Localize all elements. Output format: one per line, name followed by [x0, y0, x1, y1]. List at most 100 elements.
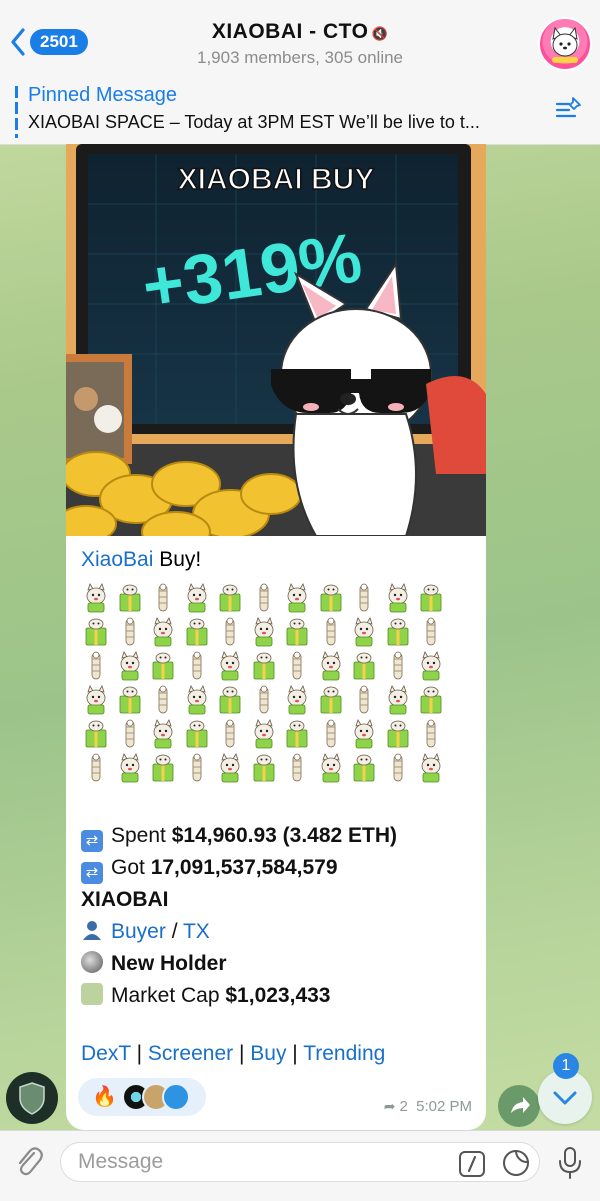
message-time: 5:02 PM [416, 1098, 472, 1115]
message-text: XiaoBai Buy! [81, 548, 476, 786]
bone-sticker-icon [326, 719, 335, 748]
buy-emoji-grid [81, 582, 476, 786]
chat-header: 2501 XIAOBAI - CTO 🔇 1,903 members, 305 o… [0, 0, 600, 79]
bone-sticker-icon [259, 685, 268, 714]
gift-sticker-icon [286, 720, 308, 748]
gift-sticker-icon [186, 720, 207, 748]
bone-sticker-icon [225, 617, 235, 646]
dog-avatar-icon [552, 26, 578, 63]
gift-sticker-icon [353, 754, 375, 782]
reaction-chip[interactable]: 🔥 [78, 1078, 206, 1116]
shield-icon [19, 1082, 45, 1115]
bone-sticker-icon [91, 651, 101, 680]
fire-reaction-icon: 🔥 [92, 1086, 117, 1108]
dog-sticker-icon [220, 753, 240, 783]
chat-title-block[interactable]: XIAOBAI - CTO 🔇 1,903 members, 305 online [150, 20, 450, 68]
gift-sticker-icon [85, 618, 107, 646]
chat-title: XIAOBAI - CTO 🔇 [211, 20, 389, 43]
screener-link[interactable]: Screener [148, 1042, 233, 1065]
banner-title: XIAOBAI BUY [178, 163, 375, 196]
gift-sticker-icon [253, 754, 274, 782]
trending-link[interactable]: Trending [303, 1042, 385, 1065]
commands-icon[interactable] [458, 1150, 486, 1178]
dog-sticker-icon [388, 583, 407, 613]
bone-sticker-icon [426, 617, 436, 646]
mcap-row: Market Cap $1,023,433 [81, 980, 397, 1012]
message-bubble[interactable]: XIAOBAI BUY +319% XiaoBai Buy! ⇄ Spent $… [66, 144, 486, 1130]
bone-sticker-icon [359, 583, 369, 612]
bone-sticker-icon [125, 617, 134, 646]
spent-row: ⇄ Spent $14,960.93 (3.482 ETH) [81, 820, 397, 852]
reactor-avatar [162, 1083, 190, 1111]
buy-link[interactable]: Buy [250, 1042, 286, 1065]
dog-sticker-icon [220, 651, 240, 681]
bone-sticker-icon [292, 651, 302, 680]
shield-avatar-button[interactable] [6, 1072, 58, 1124]
dog-sticker-icon [421, 651, 441, 681]
bone-sticker-icon [192, 753, 201, 782]
bone-sticker-icon [326, 617, 335, 646]
dog-sticker-icon [120, 753, 139, 783]
dog-sticker-icon [187, 583, 206, 613]
bone-sticker-icon [91, 753, 101, 782]
share-arrow-icon [511, 1097, 530, 1113]
gift-sticker-icon [320, 584, 341, 612]
group-avatar[interactable] [538, 17, 592, 71]
person-icon [81, 919, 103, 941]
forward-count-icon: ➦ [383, 1098, 396, 1114]
dog-sticker-icon [254, 719, 273, 749]
bone-sticker-icon [393, 651, 402, 680]
composer-bar [0, 1130, 600, 1201]
pinned-message-bar[interactable]: Pinned Message XIAOBAI SPACE – Today at … [0, 78, 600, 145]
sticker-icon[interactable] [502, 1149, 530, 1177]
shuffle-icon: ⇄ [81, 862, 103, 884]
microphone-icon[interactable] [556, 1145, 584, 1181]
back-button[interactable]: 2501 [10, 28, 88, 56]
bone-sticker-icon [158, 583, 168, 612]
gift-sticker-icon [253, 652, 274, 680]
gift-sticker-icon [219, 584, 241, 612]
paperclip-icon[interactable] [14, 1145, 44, 1179]
buyer-row: Buyer / TX [81, 916, 397, 948]
chevron-left-icon [11, 28, 25, 56]
dog-sticker-icon [287, 685, 307, 715]
buy-media-image[interactable]: XIAOBAI BUY +319% [66, 144, 486, 536]
dog-sticker-icon [287, 583, 307, 613]
unread-count-badge: 2501 [30, 29, 88, 55]
gift-sticker-icon [219, 686, 241, 714]
gift-sticker-icon [387, 720, 408, 748]
shuffle-icon: ⇄ [81, 830, 103, 852]
dext-link[interactable]: DexT [81, 1042, 131, 1065]
bone-sticker-icon [125, 719, 134, 748]
message-meta: ➦ 2 5:02 PM [383, 1098, 472, 1115]
bone-sticker-icon [158, 685, 168, 714]
pinned-label: Pinned Message [28, 84, 177, 106]
dog-sticker-icon [120, 651, 139, 681]
pinned-list-icon[interactable] [554, 95, 584, 125]
gift-sticker-icon [119, 686, 140, 714]
gift-sticker-icon [119, 584, 140, 612]
footer-links: DexT | Screener | Buy | Trending [81, 1042, 386, 1065]
dog-sticker-icon [254, 617, 273, 647]
bone-sticker-icon [393, 753, 402, 782]
buy-stats: ⇄ Spent $14,960.93 (3.482 ETH) ⇄ Got 17,09… [81, 820, 397, 1012]
tx-link[interactable]: TX [183, 920, 210, 943]
gift-sticker-icon [387, 618, 408, 646]
gift-sticker-icon [353, 652, 375, 680]
bone-sticker-icon [192, 651, 201, 680]
pinned-text: XIAOBAI SPACE – Today at 3PM EST We’ll b… [28, 112, 480, 132]
dog-sticker-icon [153, 617, 173, 647]
buyer-link[interactable]: Buyer [111, 920, 166, 943]
gift-sticker-icon [186, 618, 207, 646]
gift-sticker-icon [286, 618, 308, 646]
dog-sticker-icon [153, 719, 173, 749]
sender-name[interactable]: XiaoBai [81, 548, 153, 571]
dog-sticker-icon [86, 583, 106, 613]
gift-sticker-icon [152, 652, 174, 680]
dog-sticker-icon [187, 685, 206, 715]
bone-sticker-icon [359, 685, 369, 714]
dog-sticker-icon [354, 719, 374, 749]
dog-sticker-icon [354, 617, 374, 647]
muted-icon: 🔇 [371, 26, 389, 41]
share-button[interactable] [498, 1085, 540, 1127]
